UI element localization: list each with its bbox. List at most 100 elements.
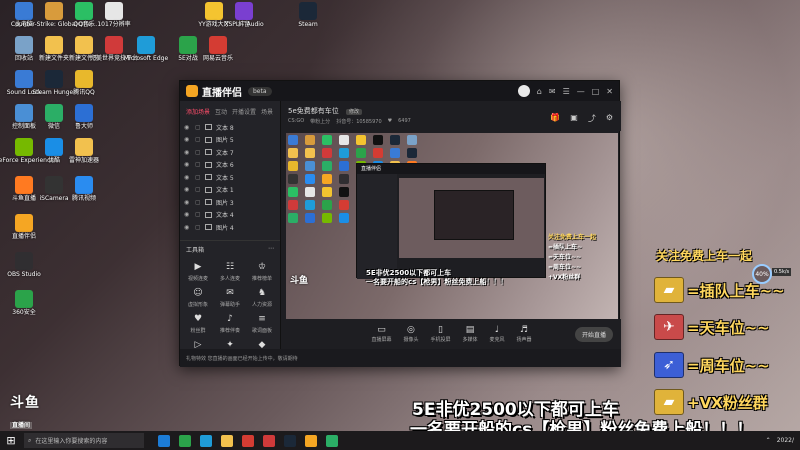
scene-row[interactable]: ◉ ▢ 图片 4: [184, 221, 276, 234]
room-game[interactable]: CS:GO: [288, 118, 304, 125]
desktop-shortcut[interactable]: 360安全: [4, 290, 44, 316]
edit-title-button[interactable]: 修改: [346, 109, 363, 115]
lock-icon[interactable]: ▢: [195, 149, 201, 156]
maximize-icon[interactable]: □: [592, 87, 600, 96]
control-button[interactable]: ♬ 扬声器: [517, 325, 532, 343]
tool-item[interactable]: ♪ 推荐伴奏: [214, 314, 246, 334]
control-label: 手机投屏: [430, 337, 451, 343]
tab-interact[interactable]: 互动: [215, 107, 227, 116]
desktop-shortcut[interactable]: 鲁大师: [64, 104, 104, 130]
version-badge[interactable]: beta: [248, 86, 272, 96]
eye-icon[interactable]: ◉: [184, 124, 191, 131]
clock[interactable]: 2022/: [777, 437, 794, 444]
minimize-icon[interactable]: —: [577, 87, 585, 96]
scene-row[interactable]: ◉ ▢ 文本 6: [184, 159, 276, 172]
speed-badge: 0.5k/s: [772, 268, 792, 276]
desktop-shortcut[interactable]: 腾讯视频: [64, 176, 104, 202]
desktop-shortcut[interactable]: Steam: [288, 2, 328, 28]
eye-icon[interactable]: ◉: [184, 224, 191, 231]
tool-item[interactable]: ✉ 弹幕助手: [214, 288, 246, 308]
scene-row[interactable]: ◉ ▢ 文本 4: [184, 209, 276, 222]
windows-start-icon[interactable]: ⊞: [4, 434, 18, 448]
taskbar-app-icon[interactable]: [326, 434, 338, 447]
multi-call-icon: ☷: [225, 261, 235, 272]
desktop-shortcut[interactable]: 腾讯QQ: [64, 70, 104, 96]
control-button[interactable]: ♩ 麦克风: [490, 325, 505, 343]
menu-icon[interactable]: ☰: [563, 87, 570, 96]
nested-preview-window: 直播伴侣: [356, 163, 546, 279]
tool-item[interactable]: ♞ 人力资源: [246, 288, 278, 308]
fans-icon: ♥: [193, 313, 203, 324]
start-live-button[interactable]: 开始直播: [574, 327, 613, 342]
tool-item[interactable]: ▶ 视频连麦: [182, 262, 214, 282]
taskbar-app-icon[interactable]: [221, 434, 233, 447]
scene-row[interactable]: ◉ ▢ 文本 7: [184, 146, 276, 159]
source-type-icon: [205, 149, 212, 156]
control-button[interactable]: ◎ 摄像头: [403, 325, 418, 343]
scene-row[interactable]: ◉ ▢ 图片 5: [184, 134, 276, 147]
control-button[interactable]: ▤ 多媒体: [463, 325, 478, 343]
douyu-icon: [15, 176, 33, 194]
taskbar-app-icon[interactable]: [263, 434, 275, 447]
tab-add-scene[interactable]: 添加场景: [186, 107, 210, 116]
tool-item[interactable]: ≡ 歌词面板: [246, 314, 278, 334]
chevron-up-icon[interactable]: ⌃: [766, 437, 771, 444]
lock-icon[interactable]: ▢: [195, 224, 201, 231]
desktop-shortcut[interactable]: 网易云音乐: [198, 36, 238, 62]
shirt-icon[interactable]: ⌂: [537, 87, 542, 96]
desktop-shortcut[interactable]: XSPLIT Audio: [224, 2, 264, 28]
eye-icon[interactable]: ◉: [184, 211, 191, 218]
control-button[interactable]: ▭ 直播屏幕: [371, 325, 391, 343]
desktop-shortcut-label: 斗鱼直播: [11, 195, 36, 202]
desktop-shortcut[interactable]: 1017分辨率: [94, 2, 134, 28]
desktop-shortcut-label: 腾讯QQ: [73, 89, 95, 96]
desktop-shortcut[interactable]: Microsoft Edge: [124, 36, 168, 62]
tool-item[interactable]: ♥ 粉丝群: [182, 314, 214, 334]
lock-icon[interactable]: ▢: [195, 161, 201, 168]
taskbar-app-icon[interactable]: [305, 434, 317, 447]
eye-icon[interactable]: ◉: [184, 136, 191, 143]
lock-icon[interactable]: ▢: [195, 136, 201, 143]
desktop-shortcut[interactable]: 雷神加速器: [64, 138, 104, 164]
preview-side-item: +VX粉丝群: [548, 274, 581, 281]
lock-icon[interactable]: ▢: [195, 211, 201, 218]
share-icon[interactable]: ⤴: [588, 113, 596, 124]
scene-row[interactable]: ◉ ▢ 图片 3: [184, 196, 276, 209]
scene-row[interactable]: ◉ ▢ 文本 5: [184, 171, 276, 184]
bag-icon[interactable]: ▣: [570, 113, 578, 124]
scene-row[interactable]: ◉ ▢ 文本 1: [184, 184, 276, 197]
eye-icon[interactable]: ◉: [184, 186, 191, 193]
taskbar-app-icon[interactable]: [284, 434, 296, 447]
taskbar-app-icon[interactable]: [200, 434, 212, 447]
taskbar-app-icon[interactable]: [242, 434, 254, 447]
user-avatar[interactable]: [517, 85, 530, 97]
gift-icon[interactable]: 🎁: [550, 113, 560, 124]
close-icon[interactable]: ✕: [606, 87, 613, 96]
lock-icon[interactable]: ▢: [195, 174, 201, 181]
desktop-shortcut[interactable]: OBS Studio: [4, 252, 44, 278]
steam-icon: [45, 70, 63, 88]
lock-icon[interactable]: ▢: [195, 186, 201, 193]
tab-scene[interactable]: 场景: [261, 107, 273, 116]
lock-icon[interactable]: ▢: [195, 124, 201, 131]
taskbar-app-icon[interactable]: [158, 434, 170, 447]
more-icon[interactable]: ⋯: [268, 245, 274, 254]
tab-settings[interactable]: 开播设置: [232, 107, 256, 116]
eye-icon[interactable]: ◉: [184, 174, 191, 181]
mail-icon[interactable]: ✉: [549, 87, 556, 96]
tool-item[interactable]: ☺ 虚拟形象: [182, 288, 214, 308]
lock-icon[interactable]: ▢: [195, 199, 201, 206]
tool-item[interactable]: ♔ 推荐榜单: [246, 262, 278, 282]
eye-icon[interactable]: ◉: [184, 161, 191, 168]
taskbar-search[interactable]: ⌕ 在这里输入你要搜索的内容: [24, 433, 144, 448]
scene-row[interactable]: ◉ ▢ 文本 8: [184, 121, 276, 134]
tool-item[interactable]: ☷ 多人连麦: [214, 262, 246, 282]
eye-icon[interactable]: ◉: [184, 149, 191, 156]
preview-mini-icon: [339, 213, 349, 223]
settings-icon[interactable]: ⚙: [606, 113, 613, 124]
stream-preview[interactable]: 直播伴侣 斗鱼 5E非优2500以下都可上车 一名要开船的cs【枪男】粉丝免费上…: [286, 133, 618, 319]
taskbar-app-icon[interactable]: [179, 434, 191, 447]
control-button[interactable]: ▯ 手机投屏: [430, 325, 450, 343]
eye-icon[interactable]: ◉: [184, 199, 191, 206]
desktop-shortcut[interactable]: 直播伴侣: [4, 214, 44, 240]
